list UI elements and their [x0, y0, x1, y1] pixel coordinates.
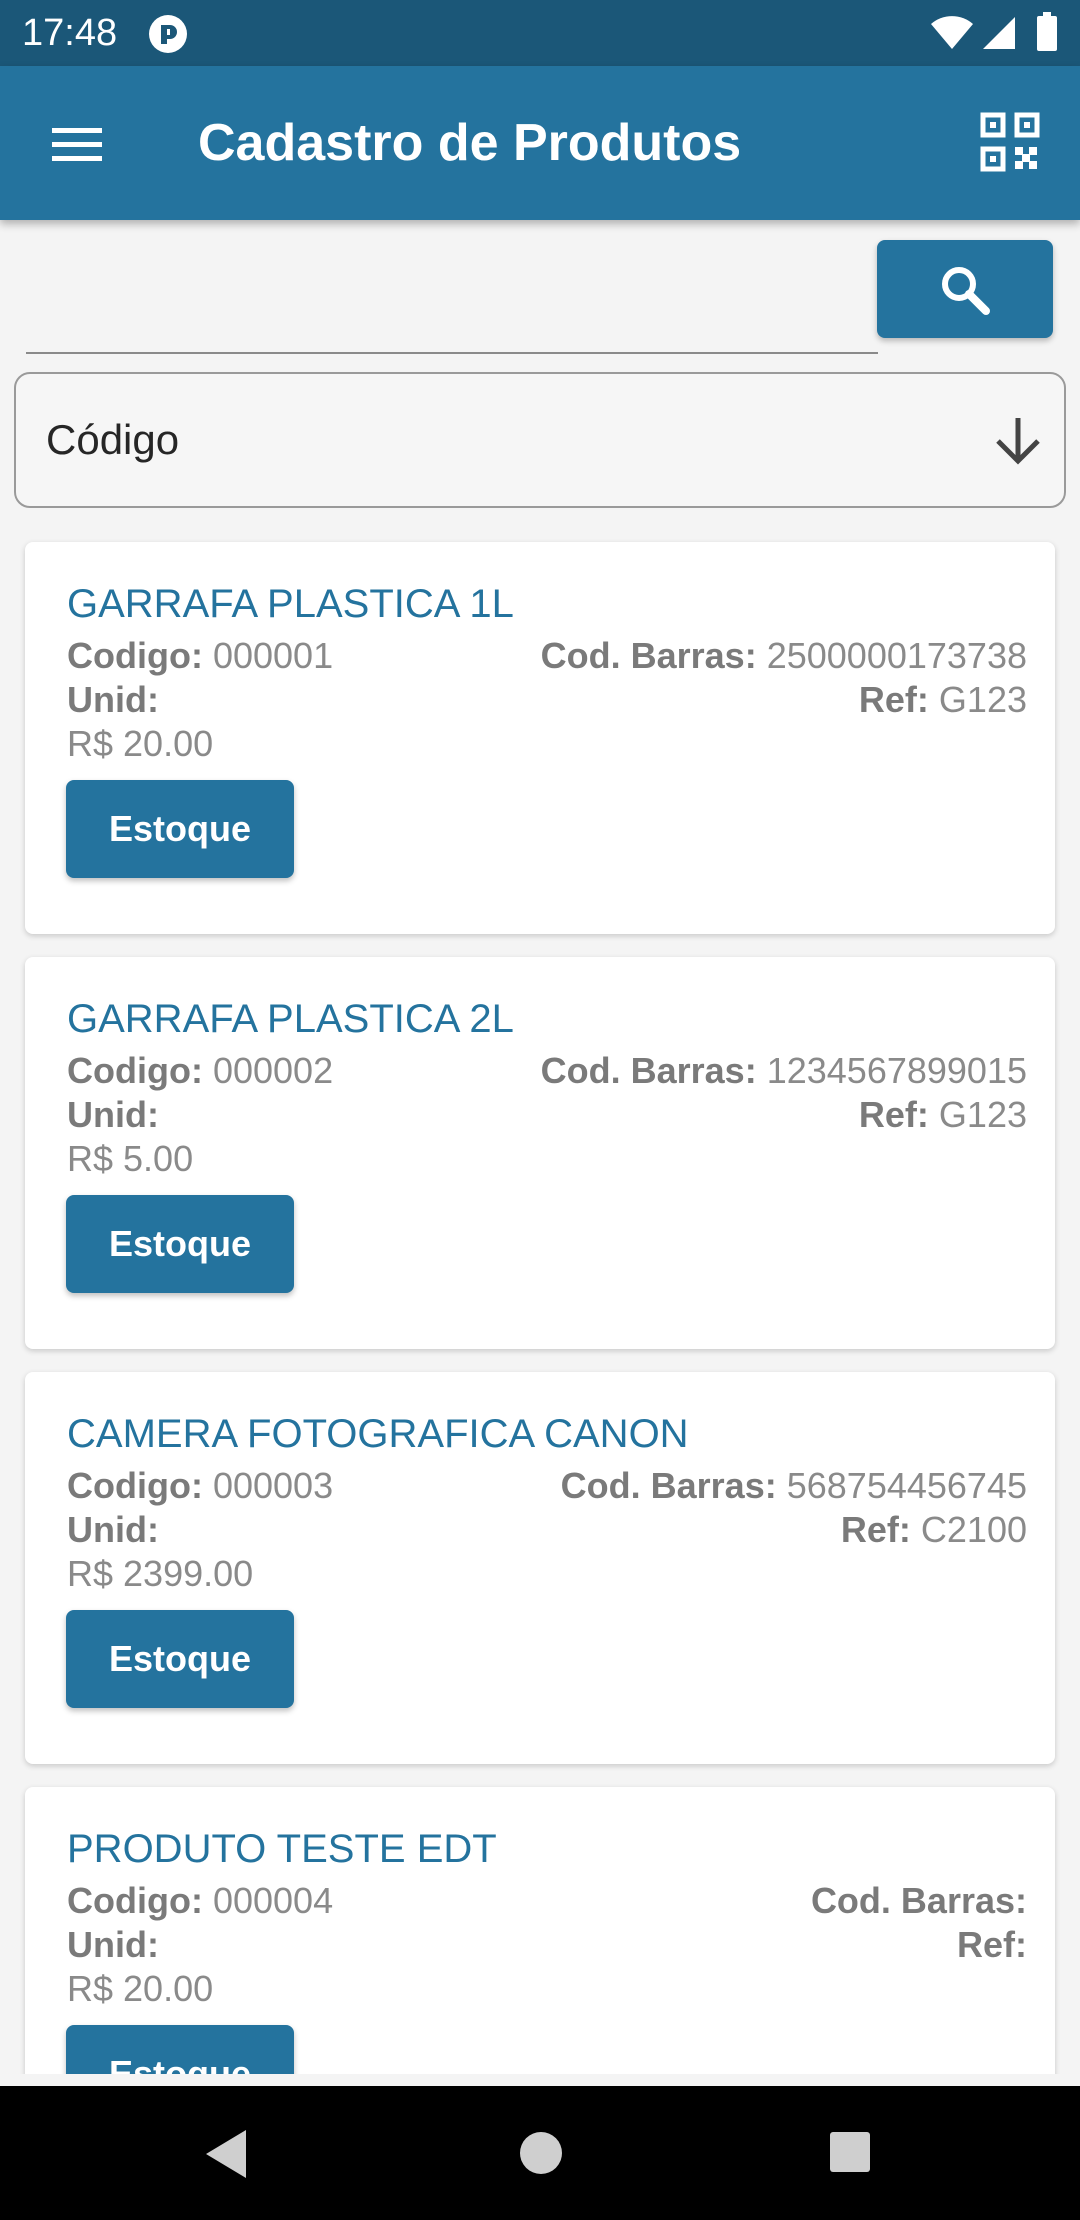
product-name: PRODUTO TESTE EDT [67, 1827, 497, 1871]
search-button[interactable] [877, 240, 1053, 338]
product-cod-barras: Cod. Barras: 1234567899015 [540, 1050, 1027, 1091]
home-circle-icon[interactable] [518, 2130, 564, 2176]
product-card: GARRAFA PLASTICA 1L Codigo: 000001 Unid:… [25, 542, 1055, 934]
system-nav-bar [0, 2086, 1080, 2220]
product-ref: Ref: C2100 [840, 1509, 1027, 1550]
product-name: GARRAFA PLASTICA 2L [67, 997, 514, 1041]
estoque-button[interactable]: Estoque [66, 1195, 294, 1293]
product-cod-barras: Cod. Barras: 568754456745 [560, 1465, 1027, 1506]
product-list: GARRAFA PLASTICA 1L Codigo: 000001 Unid:… [0, 520, 1080, 2074]
product-cod-barras: Cod. Barras: [810, 1880, 1027, 1921]
filter-select[interactable]: Código [14, 372, 1066, 508]
product-card: GARRAFA PLASTICA 2L Codigo: 000002 Unid:… [25, 957, 1055, 1349]
screen: 17:48 Cadastro de Produtos Código GARRAF… [0, 0, 1080, 2220]
product-name: GARRAFA PLASTICA 1L [67, 582, 514, 626]
product-price: R$ 20.00 [67, 723, 214, 764]
back-triangle-icon[interactable] [202, 2126, 252, 2182]
product-cod-barras: Cod. Barras: 2500000173738 [540, 635, 1027, 676]
product-ref: Ref: G123 [858, 1094, 1027, 1135]
wifi-icon [931, 16, 973, 49]
search-input[interactable] [26, 240, 878, 354]
product-name: CAMERA FOTOGRAFICA CANON [67, 1412, 689, 1456]
arrow-down-icon [996, 418, 1040, 465]
product-codigo: Codigo: 000002 [67, 1050, 334, 1091]
notification-app-icon [149, 15, 187, 53]
product-ref: Ref: G123 [858, 679, 1027, 720]
estoque-button[interactable]: Estoque [66, 2025, 294, 2074]
product-unid: Unid: [67, 679, 159, 720]
product-unid: Unid: [67, 1509, 159, 1550]
product-unid: Unid: [67, 1924, 159, 1965]
status-time: 17:48 [22, 12, 118, 54]
page-title: Cadastro de Produtos [198, 114, 742, 172]
product-price: R$ 5.00 [67, 1138, 194, 1179]
product-unid: Unid: [67, 1094, 159, 1135]
product-ref: Ref: [957, 1924, 1027, 1965]
status-bar: 17:48 [0, 0, 1080, 66]
hamburger-menu-icon[interactable] [40, 116, 116, 172]
filter-select-value: Código [46, 416, 180, 463]
battery-icon [1037, 12, 1057, 51]
product-codigo: Codigo: 000004 [67, 1880, 334, 1921]
app-bar: Cadastro de Produtos [0, 66, 1080, 220]
signal-icon [983, 17, 1015, 49]
qr-code-icon[interactable] [980, 112, 1040, 172]
product-card: CAMERA FOTOGRAFICA CANON Codigo: 000003 … [25, 1372, 1055, 1764]
product-price: R$ 2399.00 [67, 1553, 254, 1594]
product-codigo: Codigo: 000003 [67, 1465, 334, 1506]
product-price: R$ 20.00 [67, 1968, 214, 2009]
estoque-button[interactable]: Estoque [66, 780, 294, 878]
product-card: PRODUTO TESTE EDT Codigo: 000004 Unid: R… [25, 1787, 1055, 2074]
search-icon [942, 267, 990, 315]
recent-apps-square-icon[interactable] [828, 2130, 872, 2174]
estoque-button[interactable]: Estoque [66, 1610, 294, 1708]
product-codigo: Codigo: 000001 [67, 635, 334, 676]
